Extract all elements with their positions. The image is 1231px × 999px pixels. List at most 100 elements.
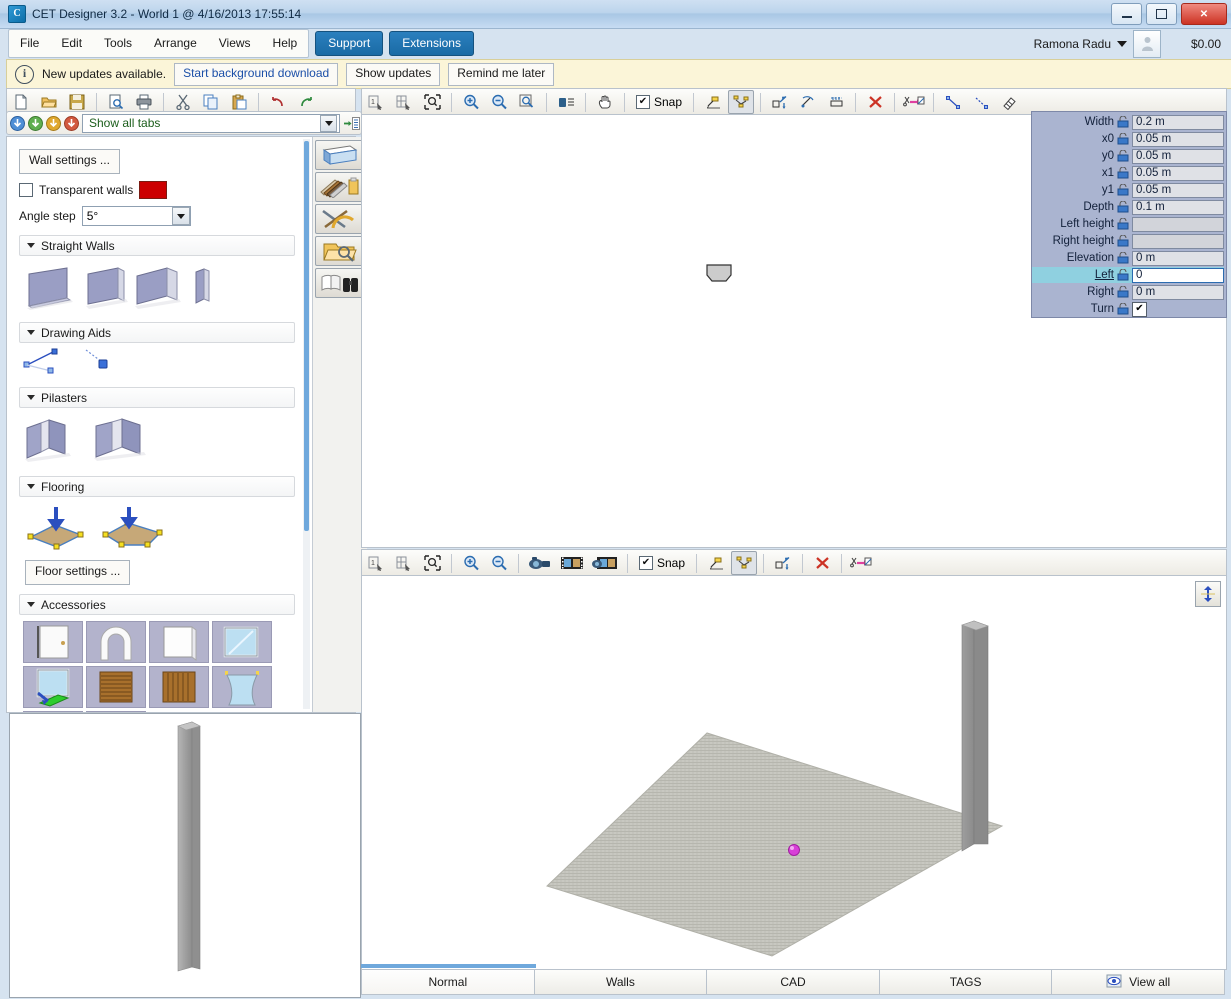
snap-grid-icon[interactable] [728,90,755,114]
wall-color-swatch[interactable] [139,181,168,199]
eraser-icon[interactable] [996,90,1022,114]
cut-paste-icon[interactable] [901,90,927,114]
shutter-horizontal-icon[interactable] [86,666,146,708]
property-value[interactable]: 0.05 m [1132,165,1224,181]
zoom-in-icon[interactable] [458,551,484,575]
view3d-canvas[interactable] [362,576,1224,967]
section-accessories[interactable]: Accessories [19,594,295,615]
lock-dimension-icon[interactable] [1117,251,1129,264]
lock-dimension-icon[interactable] [1117,200,1129,213]
menu-views[interactable]: Views [208,31,262,56]
extensions-button[interactable]: Extensions [389,31,474,56]
menu-edit[interactable]: Edit [50,31,93,56]
select-one-icon[interactable]: 1 [363,551,389,575]
snap-point-icon[interactable] [700,90,726,114]
properties-icon[interactable] [553,90,579,114]
property-value[interactable]: 0.05 m [1132,131,1224,147]
guide-line-icon[interactable] [21,347,73,378]
wall-flat-icon[interactable] [21,262,79,313]
binoculars-book-icon[interactable] [315,268,365,298]
tab-cad[interactable]: CAD [707,969,880,995]
snap-point-icon[interactable] [703,551,729,575]
property-value[interactable] [1132,216,1224,232]
back-blue-icon[interactable] [10,115,25,131]
select-area-icon[interactable] [391,90,417,114]
archway-icon[interactable] [86,621,146,663]
lock-dimension-icon[interactable] [1117,285,1129,298]
property-value[interactable] [1132,233,1224,249]
section-flooring[interactable]: Flooring [19,476,295,497]
drawing-tools-icon[interactable] [315,204,365,234]
chevron-down-icon[interactable] [1117,40,1127,47]
snap-toggle-3d[interactable]: ✔ Snap [639,556,685,570]
section-pilasters[interactable]: Pilasters [19,387,295,408]
lock-dimension-icon[interactable] [1117,183,1129,196]
property-value[interactable]: 0.05 m [1132,148,1224,164]
pan-hand-icon[interactable] [592,90,618,114]
zoom-window-icon[interactable] [514,90,540,114]
section-drawing-aids[interactable]: Drawing Aids [19,322,295,343]
scale-icon[interactable] [767,90,793,114]
cut-paste-icon[interactable] [848,551,874,575]
sidebar-scrollbar-thumb[interactable] [304,141,309,531]
window-open-icon[interactable] [23,666,83,708]
dimension-line-icon[interactable] [968,90,994,114]
door-single-icon[interactable] [23,621,83,663]
property-turn-checkbox[interactable]: ✔ [1132,301,1147,317]
panel-icon[interactable] [149,621,209,663]
menu-tools[interactable]: Tools [93,31,143,56]
tab-walls[interactable]: Walls [534,969,708,995]
property-value[interactable]: 0.1 m [1132,199,1224,215]
menu-arrange[interactable]: Arrange [143,31,208,56]
floor-polygon-icon[interactable] [98,503,172,554]
snap-toggle[interactable]: ✔ Snap [636,95,682,109]
wall-narrow-icon[interactable] [188,262,216,313]
property-value[interactable]: 0.2 m [1132,114,1224,130]
view-all-button[interactable]: View all [1052,969,1225,995]
lock-dimension-icon[interactable] [1117,268,1129,281]
transparent-walls-checkbox[interactable] [19,183,33,197]
scale-icon[interactable] [770,551,796,575]
lock-dimension-icon[interactable] [1117,234,1129,247]
measure-line-icon[interactable] [940,90,966,114]
tab-list-icon[interactable] [343,116,360,131]
snap-checkbox-3d[interactable]: ✔ [639,556,653,570]
materials-palette-icon[interactable] [315,172,365,202]
delete-x-icon[interactable] [862,90,888,114]
zoom-out-icon[interactable] [486,90,512,114]
property-value[interactable]: 0 m [1132,250,1224,266]
start-background-download-button[interactable]: Start background download [174,62,339,86]
zoom-extents-icon[interactable] [419,551,445,575]
lock-dimension-icon[interactable] [1117,149,1129,162]
section-straight-walls[interactable]: Straight Walls [19,235,295,256]
property-value[interactable]: 0.05 m [1132,182,1224,198]
sliding-door-icon[interactable] [23,711,83,712]
camera-icon[interactable] [525,551,555,575]
minimize-button[interactable] [1111,3,1142,25]
floor-settings-button[interactable]: Floor settings ... [25,560,131,585]
room-box-icon[interactable] [315,140,365,170]
wall-settings-button[interactable]: Wall settings ... [19,149,120,174]
remind-me-later-button[interactable]: Remind me later [448,62,555,86]
tab-select[interactable]: Show all tabs [82,113,340,133]
pilaster-double-icon[interactable] [21,414,87,467]
wall-angled-icon[interactable] [82,262,130,313]
floor-square-icon[interactable] [21,503,95,554]
chevron-down-icon[interactable] [171,207,190,225]
curtain-icon[interactable] [212,666,272,708]
delete-x-icon[interactable] [809,551,835,575]
wall-thick-icon[interactable] [133,262,185,313]
glass-door-icon[interactable] [86,711,146,712]
select-area-icon[interactable] [391,551,417,575]
search-folder-icon[interactable] [315,236,365,266]
zoom-out-icon[interactable] [486,551,512,575]
view3d-viewport[interactable] [361,575,1227,970]
select-one-icon[interactable]: 1 [363,90,389,114]
window-icon[interactable] [212,621,272,663]
chevron-down-icon[interactable] [320,114,337,132]
film-camera-icon[interactable] [589,551,621,575]
zoom-in-icon[interactable] [458,90,484,114]
property-value[interactable]: 0 m [1132,284,1224,300]
lock-dimension-icon[interactable] [1117,132,1129,145]
angle-step-select[interactable]: 5° [81,206,191,226]
